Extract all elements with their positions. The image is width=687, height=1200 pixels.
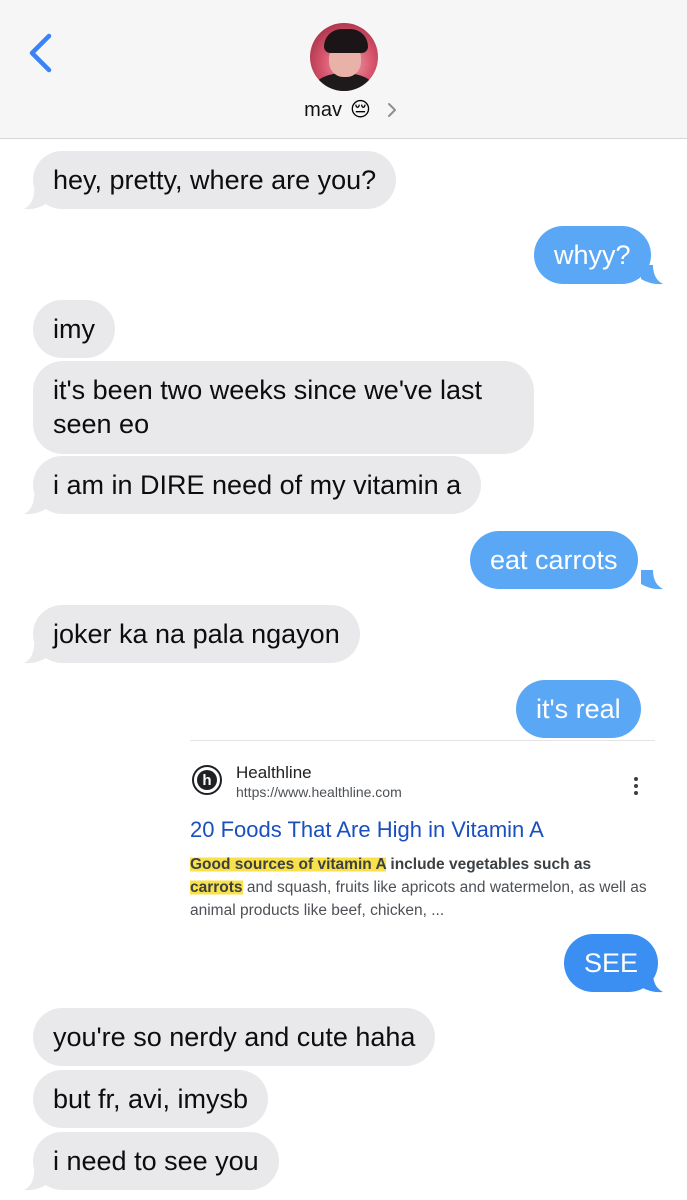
healthline-logo-glyph: h	[202, 771, 212, 789]
snippet-text: and squash, fruits like apricots and wat…	[190, 879, 647, 919]
result-url[interactable]: https://www.healthline.com	[236, 784, 402, 800]
message-text: eat carrots	[490, 545, 618, 575]
bubble-tail	[24, 190, 46, 210]
snippet-highlight: carrots	[190, 879, 243, 896]
back-button[interactable]	[20, 28, 60, 78]
result-site-name: Healthline	[236, 763, 312, 782]
message-text-line: it's been two weeks since we've last	[53, 375, 483, 405]
message-text: SEE	[584, 948, 639, 978]
bubble-tail	[641, 973, 663, 993]
bubble-tail	[641, 570, 663, 590]
message-bubble-incoming[interactable]: i need to see you	[33, 1132, 279, 1190]
result-snippet: Good sources of vitamin A include vegeta…	[190, 853, 655, 922]
message-bubble-outgoing[interactable]: eat carrots	[470, 531, 638, 589]
search-result-card[interactable]: h Healthline https://www.healthline.com …	[190, 740, 655, 925]
message-bubble-outgoing[interactable]: it's real	[516, 680, 641, 738]
message-bubble-incoming[interactable]: but fr, avi, imysb	[33, 1070, 269, 1128]
message-text: it's real	[536, 694, 621, 724]
message-text: i need to see you	[53, 1146, 259, 1176]
message-text: but fr, avi, imysb	[53, 1084, 249, 1114]
result-title-link[interactable]: 20 Foods That Are High in Vitamin A	[190, 817, 544, 843]
contact-avatar[interactable]	[310, 23, 378, 91]
message-bubble-incoming[interactable]: imy	[33, 300, 115, 358]
chevron-right-icon	[387, 103, 396, 117]
contact-emoji: 😔	[349, 99, 371, 121]
contact-details-link[interactable]: mav 😔	[0, 96, 687, 124]
message-bubble-incoming[interactable]: i am in DIRE need of my vitamin a	[33, 456, 482, 514]
message-text: you're so nerdy and cute haha	[53, 1022, 416, 1052]
message-bubble-incoming[interactable]: it's been two weeks since we've last see…	[33, 361, 534, 454]
chevron-left-icon	[29, 33, 52, 73]
message-text: i am in DIRE need of my vitamin a	[53, 470, 462, 500]
snippet-bold: include vegetables such as	[386, 856, 592, 873]
conversation-header: mav 😔	[0, 0, 687, 139]
message-text: joker ka na pala ngayon	[53, 619, 340, 649]
message-text: imy	[53, 314, 95, 344]
contact-name: mav	[304, 98, 342, 121]
message-text-line: seen eo	[53, 409, 150, 439]
healthline-logo: h	[192, 765, 222, 795]
more-vert-icon[interactable]	[627, 777, 645, 799]
message-bubble-incoming[interactable]: you're so nerdy and cute haha	[33, 1008, 436, 1066]
bubble-tail	[24, 1171, 46, 1191]
message-bubble-incoming[interactable]: joker ka na pala ngayon	[33, 605, 360, 663]
message-bubble-incoming[interactable]: hey, pretty, where are you?	[33, 151, 397, 209]
message-text: whyy?	[554, 240, 631, 270]
snippet-highlight: Good sources of vitamin A	[190, 856, 387, 873]
bubble-tail	[641, 265, 663, 285]
bubble-tail	[24, 644, 46, 664]
message-text: hey, pretty, where are you?	[53, 165, 377, 195]
message-bubble-outgoing[interactable]: whyy?	[534, 226, 651, 284]
bubble-tail	[24, 495, 46, 515]
